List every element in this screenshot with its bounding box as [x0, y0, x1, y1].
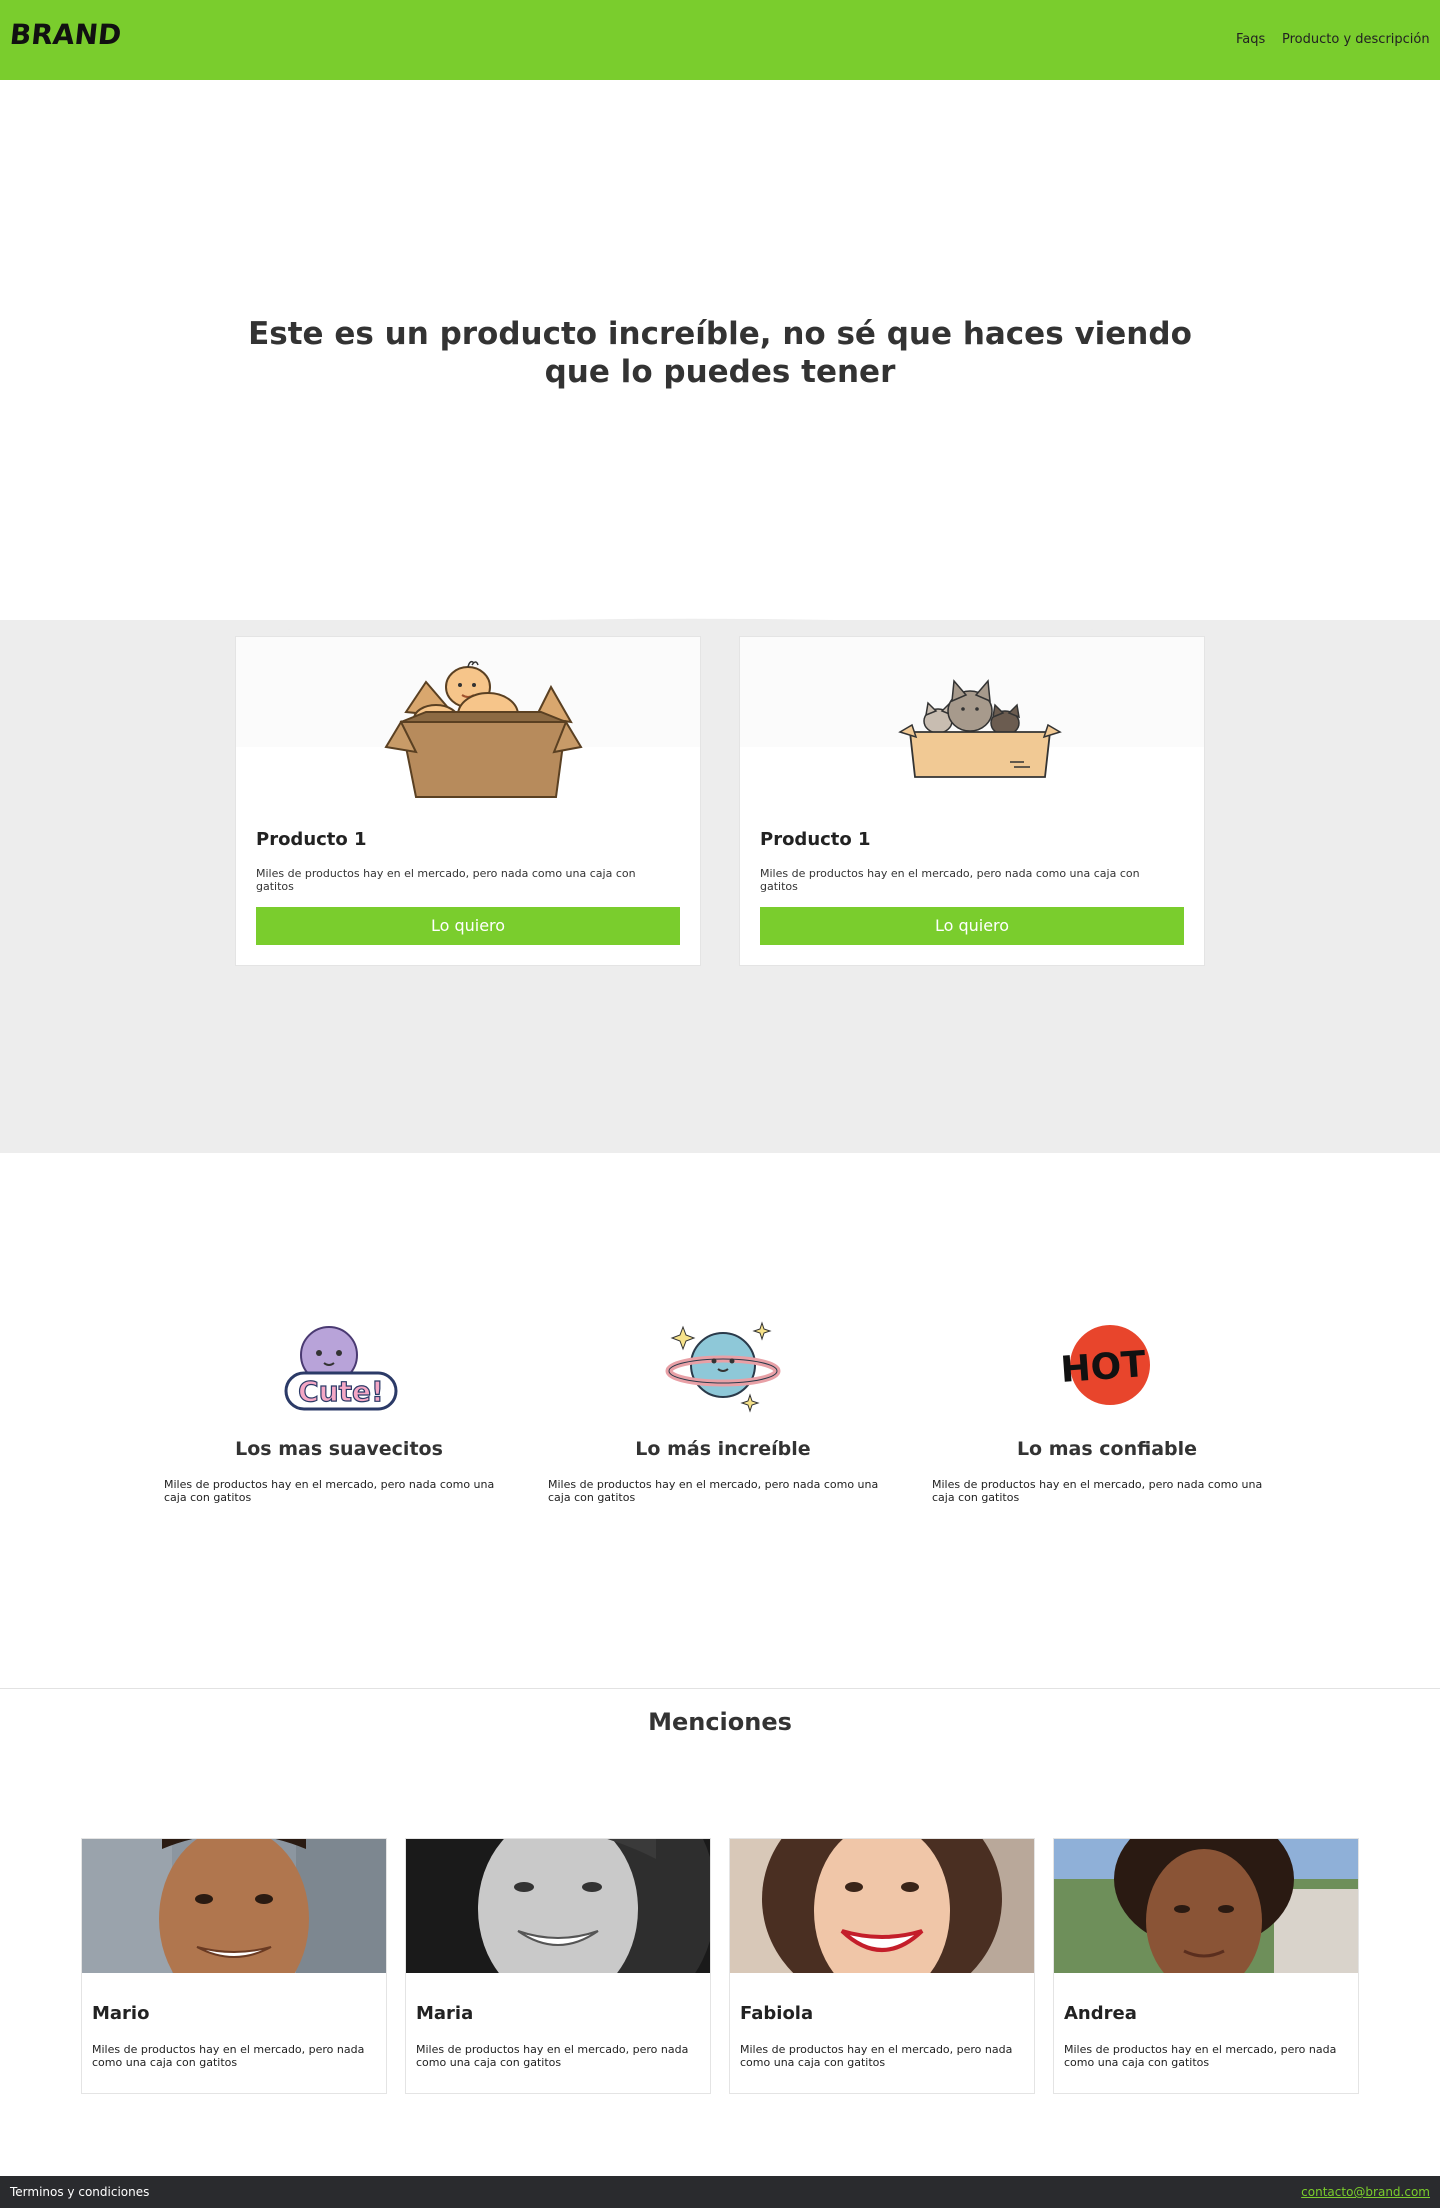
feature-title: Lo mas confiable — [1016, 1438, 1198, 1460]
person-name: Andrea — [1064, 2003, 1137, 2024]
svg-text:HOT: HOT — [1059, 1344, 1147, 1391]
cute-sticker-icon: Cute! — [284, 1326, 398, 1411]
feature-description: Miles de productos hay en el mercado, pe… — [164, 1478, 495, 1504]
lo-quiero-button[interactable]: Lo quiero — [760, 907, 1184, 945]
product-description: Miles de productos hay en el mercado, pe… — [256, 867, 636, 893]
hot-sticker-icon: HOT — [1059, 1325, 1150, 1405]
footer: Terminos y condiciones contacto@brand.co… — [0, 2176, 1440, 2208]
person-card: Maria Miles de productos hay en el merca… — [405, 1838, 711, 2094]
lo-quiero-button[interactable]: Lo quiero — [256, 907, 680, 945]
person-description: Miles de productos hay en el mercado, pe… — [740, 2043, 1013, 2069]
terms-link[interactable]: Terminos y condiciones — [10, 2185, 149, 2199]
svg-text:Cute!: Cute! — [298, 1375, 384, 1408]
person-name: Mario — [92, 2003, 150, 2024]
person-description: Miles de productos hay en el mercado, pe… — [92, 2043, 365, 2069]
section-curve — [0, 618, 1440, 660]
baby-in-box-icon — [384, 660, 583, 798]
person-photo — [406, 1839, 710, 1973]
feature-title: Los mas suavecitos — [235, 1438, 443, 1460]
person-card: Mario Miles de productos hay en el merca… — [81, 1838, 387, 2094]
feature-title: Lo más increíble — [635, 1438, 811, 1460]
feature-description: Miles de productos hay en el mercado, pe… — [548, 1478, 879, 1504]
hero-title: Este es un producto increíble, no sé que… — [248, 316, 1192, 390]
nav-link-faqs[interactable]: Faqs — [1236, 32, 1265, 47]
person-photo — [730, 1839, 1034, 1973]
product-description: Miles de productos hay en el mercado, pe… — [760, 867, 1140, 893]
planet-icon — [665, 1321, 781, 1413]
product-title: Producto 1 — [256, 829, 367, 850]
person-name: Fabiola — [740, 2003, 814, 2024]
person-description: Miles de productos hay en el mercado, pe… — [416, 2043, 689, 2069]
feature-description: Miles de productos hay en el mercado, pe… — [932, 1478, 1263, 1504]
person-description: Miles de productos hay en el mercado, pe… — [1064, 2043, 1337, 2069]
person-photo — [82, 1839, 386, 1973]
person-name: Maria — [416, 2003, 474, 2024]
nav-link-producto[interactable]: Producto y descripción — [1282, 32, 1430, 47]
product-image — [740, 637, 1204, 807]
product-image — [236, 637, 700, 807]
mentions-title: Menciones — [648, 1708, 792, 1736]
products-section — [0, 620, 1440, 1153]
product-title: Producto 1 — [760, 829, 871, 850]
navbar: BRAND Faqs Producto y descripción — [0, 0, 1440, 80]
person-card: Fabiola Miles de productos hay en el mer… — [729, 1838, 1035, 2094]
section-divider — [0, 1688, 1440, 1689]
person-card: Andrea Miles de productos hay en el merc… — [1053, 1838, 1359, 2094]
person-photo — [1054, 1839, 1358, 1973]
brand-logo[interactable]: BRAND — [8, 18, 123, 51]
cats-in-box-icon — [898, 679, 1062, 778]
product-card: Producto 1 Miles de productos hay en el … — [235, 636, 701, 966]
contact-email-link[interactable]: contacto@brand.com — [1301, 2185, 1430, 2199]
product-card: Producto 1 Miles de productos hay en el … — [739, 636, 1205, 966]
